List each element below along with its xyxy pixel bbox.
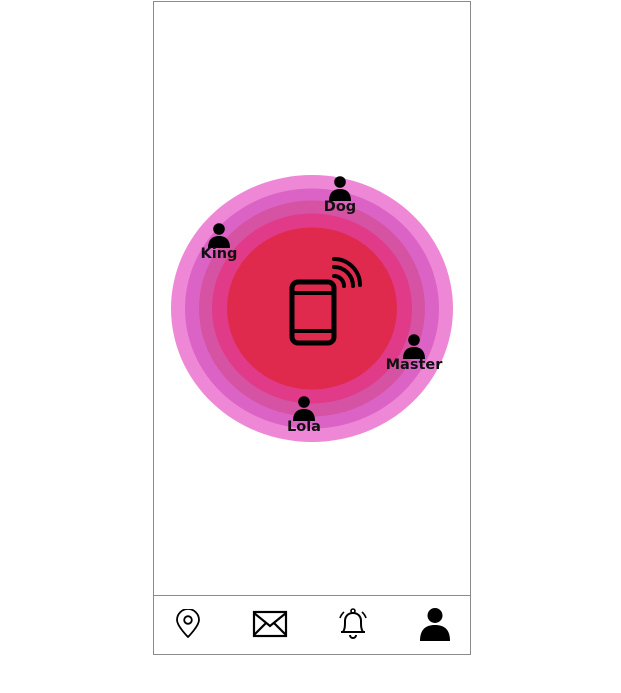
bottom-nav — [153, 595, 471, 655]
contact-king[interactable]: King — [184, 222, 254, 263]
envelope-icon — [252, 610, 288, 638]
nav-location[interactable] — [166, 604, 210, 644]
contact-name: Lola — [287, 419, 321, 435]
map-pin-icon — [176, 609, 200, 638]
person-icon — [208, 223, 230, 248]
contact-lola[interactable]: Lola — [269, 395, 339, 436]
bell-icon — [339, 608, 367, 639]
contact-name: King — [200, 246, 238, 262]
person-icon — [293, 396, 315, 421]
person-icon — [329, 176, 351, 201]
person-icon — [403, 334, 425, 359]
contact-dog[interactable]: Dog — [305, 175, 375, 216]
person-icon — [420, 608, 450, 641]
contact-name: Master — [385, 357, 443, 373]
nav-messages[interactable] — [248, 604, 292, 644]
contact-master[interactable]: Master — [379, 333, 449, 374]
nav-notifications[interactable] — [331, 604, 375, 644]
nav-profile[interactable] — [413, 604, 457, 644]
contact-name: Dog — [323, 199, 357, 215]
